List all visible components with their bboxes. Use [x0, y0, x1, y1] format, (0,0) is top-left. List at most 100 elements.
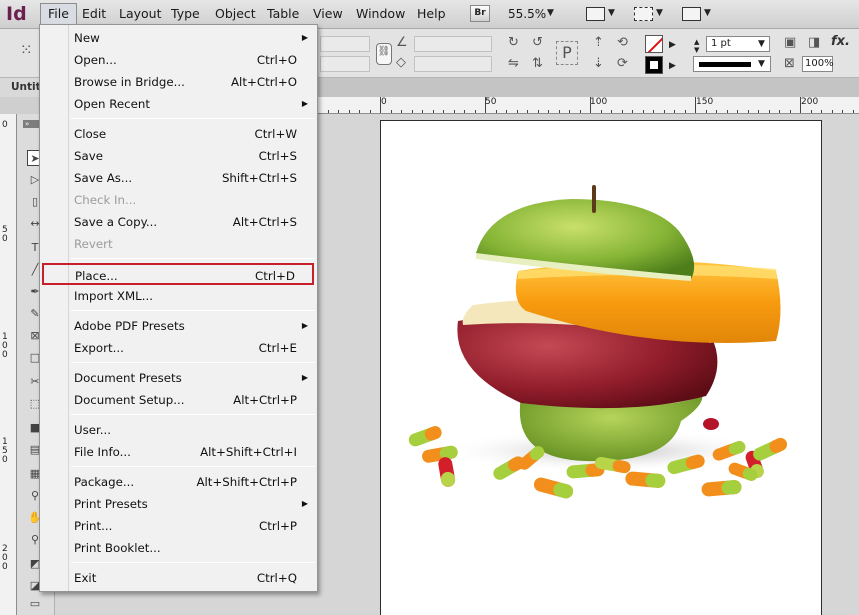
height-field[interactable] — [320, 56, 370, 72]
arrange-documents-icon[interactable] — [682, 7, 701, 21]
transparency-icon[interactable]: ▣ — [784, 35, 796, 51]
constrain-proportions-icon[interactable]: ⛓ — [376, 43, 392, 65]
stroke-swatch[interactable] — [645, 56, 663, 74]
file-menu-dropdown: New ▶ Open... Ctrl+O Browse in Bridge... Alt+… — [39, 24, 318, 592]
menu-item-shortcut: Ctrl+W — [254, 127, 297, 141]
fill-swatch[interactable] — [645, 35, 663, 53]
rotation-field[interactable] — [414, 36, 492, 52]
menu-item-revert: Revert — [68, 233, 316, 255]
indesign-logo: Id — [6, 3, 27, 25]
submenu-arrow-icon: ▶ — [301, 33, 308, 42]
menu-item-import-xml[interactable]: Import XML... — [68, 285, 316, 307]
screen-mode-dropdown-icon[interactable]: ▼ — [656, 8, 663, 18]
ruler-label: 200 — [801, 97, 819, 107]
menu-item-print-presets[interactable]: Print Presets ▶ — [68, 493, 316, 515]
menu-item-print[interactable]: Print... Ctrl+P — [68, 515, 316, 537]
menu-item-label: Print Presets — [74, 497, 148, 511]
menu-item-close[interactable]: Close Ctrl+W — [68, 123, 316, 145]
arrange-dropdown-icon[interactable]: ▼ — [704, 8, 711, 18]
menu-layout[interactable]: Layout — [112, 3, 169, 25]
menu-item-shortcut: Ctrl+D — [255, 269, 295, 283]
submenu-arrow-icon: ▶ — [301, 321, 308, 330]
menu-item-open[interactable]: Open... Ctrl+O — [68, 49, 316, 71]
menu-item-browse-in-bridge[interactable]: Browse in Bridge... Alt+Ctrl+O — [68, 71, 316, 93]
menu-item-label: Browse in Bridge... — [74, 75, 185, 89]
ruler-label: 200 — [2, 544, 8, 572]
menu-item-label: Export... — [74, 341, 124, 355]
horizontal-ruler: 0 50 100 150 200 — [317, 97, 859, 114]
flip-vertical-icon[interactable]: ⇅ — [532, 56, 543, 72]
menu-separator — [71, 562, 315, 563]
menu-separator — [71, 466, 315, 467]
menu-type[interactable]: Type — [164, 3, 207, 25]
menu-item-label: Adobe PDF Presets — [74, 319, 185, 333]
screen-mode-icon[interactable] — [634, 7, 653, 21]
menu-view[interactable]: View — [306, 3, 350, 25]
zoom-dropdown-icon[interactable]: ▼ — [547, 8, 554, 18]
rotate-cw-icon[interactable]: ↻ — [508, 35, 519, 51]
view-options-icon[interactable] — [586, 7, 605, 21]
opacity-icon: ⊠ — [784, 56, 795, 71]
stroke-arrow-icon[interactable]: ▶ — [669, 61, 676, 71]
select-next-icon[interactable]: ⟳ — [617, 56, 628, 72]
ruler-label: 100 — [590, 97, 608, 107]
view-mode-icon[interactable]: ▭ — [27, 596, 43, 612]
menu-object[interactable]: Object — [208, 3, 263, 25]
fruit-pills-image[interactable] — [381, 121, 823, 615]
menu-item-save-a-copy[interactable]: Save a Copy... Alt+Ctrl+S — [68, 211, 316, 233]
ruler-label: 0 — [381, 97, 387, 107]
menu-item-label: Save — [74, 149, 103, 163]
menu-item-print-booklet[interactable]: Print Booklet... — [68, 537, 316, 559]
menu-window[interactable]: Window — [349, 3, 412, 25]
fill-arrow-icon[interactable]: ▶ — [669, 40, 676, 50]
menu-item-check-in: Check In... — [68, 189, 316, 211]
menu-icon-gutter — [40, 25, 69, 591]
menu-item-adobe-pdf-presets[interactable]: Adobe PDF Presets ▶ — [68, 315, 316, 337]
menu-help[interactable]: Help — [410, 3, 453, 25]
reference-point-icon[interactable]: ⁙ — [20, 42, 33, 58]
menu-item-shortcut: Ctrl+Q — [256, 571, 297, 585]
menu-item-label: Document Setup... — [74, 393, 185, 407]
menu-item-exit[interactable]: Exit Ctrl+Q — [68, 567, 316, 589]
flip-horizontal-icon[interactable]: ⇋ — [508, 56, 519, 72]
menu-item-document-setup[interactable]: Document Setup... Alt+Ctrl+P — [68, 389, 316, 411]
rotate-ccw-icon[interactable]: ↺ — [532, 35, 543, 51]
menu-item-package[interactable]: Package... Alt+Shift+Ctrl+P — [68, 471, 316, 493]
menu-item-label: Print... — [74, 519, 113, 533]
bridge-button[interactable]: Br — [470, 5, 490, 22]
select-container-icon[interactable]: ⇡ — [593, 35, 604, 51]
menu-item-document-presets[interactable]: Document Presets ▶ — [68, 367, 316, 389]
menu-item-shortcut: Alt+Ctrl+P — [233, 393, 297, 407]
stroke-weight-stepper-icon[interactable]: ▲ ▼ — [694, 38, 699, 54]
menu-item-save[interactable]: Save Ctrl+S — [68, 145, 316, 167]
menu-item-user[interactable]: User... — [68, 419, 316, 441]
width-field[interactable] — [320, 36, 370, 52]
menu-item-export[interactable]: Export... Ctrl+E — [68, 337, 316, 359]
drop-shadow-icon[interactable]: ◨ — [808, 35, 820, 51]
stroke-weight-dropdown-icon[interactable]: ▼ — [758, 39, 765, 49]
menu-item-place[interactable]: Place... Ctrl+D — [42, 263, 314, 285]
indesign-window: Id File Edit Layout Type Object Table View Wind… — [0, 0, 859, 615]
menu-file[interactable]: File — [40, 3, 77, 25]
menu-item-label: Exit — [74, 571, 97, 585]
document-page[interactable] — [380, 120, 822, 615]
document-tab[interactable]: Untitl — [0, 78, 44, 97]
zoom-level[interactable]: 55.5% — [508, 7, 546, 21]
opacity-field[interactable]: 100% — [802, 56, 834, 72]
menu-item-file-info[interactable]: File Info... Alt+Shift+Ctrl+I — [68, 441, 316, 463]
menu-separator — [71, 118, 315, 119]
menu-item-save-as[interactable]: Save As... Shift+Ctrl+S — [68, 167, 316, 189]
menu-item-new[interactable]: New ▶ — [68, 27, 316, 49]
menu-item-open-recent[interactable]: Open Recent ▶ — [68, 93, 316, 115]
view-options-dropdown-icon[interactable]: ▼ — [608, 8, 615, 18]
menu-item-shortcut: Ctrl+E — [258, 341, 297, 355]
menu-edit[interactable]: Edit — [75, 3, 113, 25]
shear-field[interactable] — [414, 56, 492, 72]
menu-separator — [71, 258, 315, 259]
menu-item-shortcut: Ctrl+O — [256, 53, 297, 67]
effects-icon[interactable]: fx. — [831, 34, 850, 50]
menu-table[interactable]: Table — [260, 3, 306, 25]
select-previous-icon[interactable]: ⟲ — [617, 35, 628, 51]
stroke-type-dropdown-icon[interactable]: ▼ — [758, 59, 765, 69]
select-content-icon[interactable]: ⇣ — [593, 56, 604, 72]
